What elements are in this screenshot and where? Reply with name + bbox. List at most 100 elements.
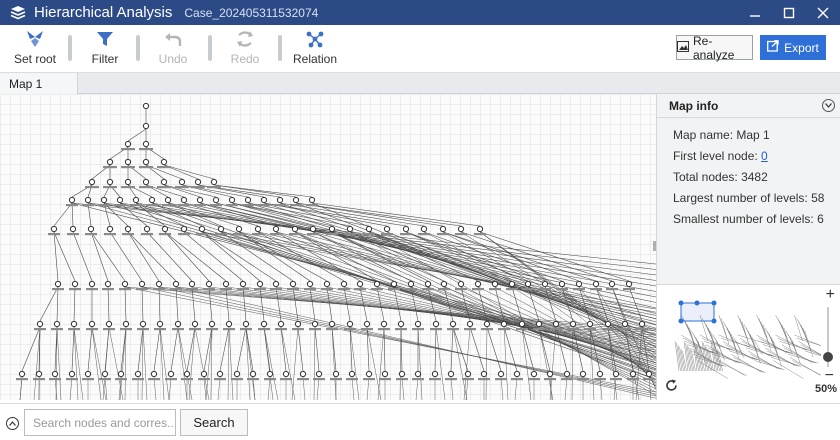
graph-node: [308, 196, 316, 204]
graph-node-tag: [85, 186, 99, 189]
filter-button[interactable]: Filter: [84, 29, 126, 69]
graph-edge: [259, 286, 656, 347]
graph-node: [156, 320, 164, 328]
search-input[interactable]: [24, 409, 176, 436]
map-info-title: Map info: [669, 98, 719, 113]
close-button[interactable]: [806, 0, 840, 25]
graph-node: [518, 320, 526, 328]
zoom-slider-knob[interactable]: [823, 352, 833, 362]
graph-node: [239, 280, 247, 288]
graph-node-tag: [165, 378, 177, 381]
graph-edge: [275, 231, 656, 380]
graph-edge: [56, 286, 59, 322]
graph-node: [116, 196, 124, 204]
graph-edge: [460, 231, 613, 282]
graph-node: [254, 225, 262, 233]
graph-node-tag: [178, 233, 190, 236]
graph-node: [466, 320, 474, 328]
graph-node-tag: [474, 233, 486, 236]
graph-node-tag: [258, 204, 270, 207]
zoom-in-button[interactable]: +: [826, 286, 835, 304]
graph-node: [87, 225, 95, 233]
reanalyze-button[interactable]: Re-analyze: [676, 34, 753, 62]
minimize-button[interactable]: [738, 0, 772, 25]
graph-edge: [91, 326, 102, 400]
graph-node-tag: [455, 233, 467, 236]
title-bar: Hierarchical Analysis Case_2024053115320…: [0, 0, 840, 25]
graph-node-tag: [139, 186, 153, 189]
export-button[interactable]: Export: [760, 35, 826, 60]
graph-node-tag: [363, 378, 375, 381]
minimap-edge: [729, 330, 738, 355]
expand-bottom-button[interactable]: [6, 417, 19, 430]
graph-edge: [103, 202, 656, 276]
first-level-node-label: First level node:: [673, 149, 758, 163]
graph-node: [420, 225, 428, 233]
graph-node: [50, 225, 58, 233]
graph-node: [132, 196, 140, 204]
reset-view-button[interactable]: [665, 379, 678, 397]
graph-node-tag: [405, 288, 417, 291]
collapse-panel-button[interactable]: [822, 99, 835, 112]
export-label: Export: [784, 40, 819, 55]
graph-node-tag: [627, 378, 639, 381]
graph-node-tag: [137, 328, 149, 331]
graph-edge: [146, 231, 193, 282]
total-nodes-value: 3482: [741, 170, 768, 184]
tab-map-1[interactable]: Map 1: [0, 73, 78, 94]
first-level-node-link[interactable]: 0: [761, 149, 768, 163]
graph-node: [383, 225, 391, 233]
graph-node: [217, 225, 225, 233]
graph-edge: [400, 326, 403, 372]
graph-node-tag: [516, 328, 528, 331]
relation-icon: [305, 29, 325, 49]
graph-node: [196, 196, 204, 204]
graph-edge: [191, 286, 196, 322]
graph-node-tag: [66, 204, 78, 207]
minimap[interactable]: + − 50%: [657, 284, 840, 400]
graph-edge: [267, 376, 271, 400]
graph-node-tag: [307, 233, 319, 236]
graph-node-tag: [98, 204, 110, 207]
graph-node-tag: [69, 288, 81, 291]
graph-edge: [297, 326, 304, 372]
graph-node-tag: [511, 378, 523, 381]
minimap-graph[interactable]: [671, 293, 821, 383]
graph-node-tag: [114, 204, 126, 207]
graph-canvas[interactable]: [0, 94, 656, 400]
graph-edge: [479, 231, 656, 361]
relation-button[interactable]: Relation: [290, 29, 340, 69]
graph-node: [106, 178, 114, 186]
minimap-viewport-handle: [678, 318, 684, 324]
search-button[interactable]: Search: [180, 409, 248, 436]
graph-node-tag: [49, 378, 61, 381]
toolbar-separator: [68, 35, 72, 61]
graph-node: [88, 280, 96, 288]
minimap-edge: [739, 318, 748, 342]
zoom-percent: 50%: [814, 383, 837, 395]
graph-node: [291, 225, 299, 233]
graph-edge: [39, 286, 59, 322]
graph-node-tag: [464, 328, 476, 331]
graph-node: [596, 370, 604, 378]
smallest-levels-value: 6: [817, 212, 824, 226]
minimap-edge: [716, 360, 747, 376]
graph-node: [249, 370, 257, 378]
hierarchy-graph[interactable]: [0, 94, 656, 400]
undo-button[interactable]: Undo: [152, 29, 194, 69]
graph-node: [233, 370, 241, 378]
graph-node: [340, 280, 348, 288]
hierarchy-icon: [10, 5, 26, 20]
maximize-button[interactable]: [772, 0, 806, 25]
graph-node: [124, 178, 132, 186]
map-info-panel: Map info Map name: Map 1 First level nod…: [656, 94, 840, 400]
graph-node-tag: [437, 233, 449, 236]
graph-node: [381, 370, 389, 378]
graph-node: [541, 280, 549, 288]
largest-levels-label: Largest number of levels:: [673, 191, 808, 205]
graph-edge: [159, 326, 170, 400]
set-root-button[interactable]: Set root: [8, 29, 62, 69]
minimap-edge: [800, 344, 821, 355]
redo-button[interactable]: Redo: [224, 29, 266, 69]
graph-node: [244, 196, 252, 204]
